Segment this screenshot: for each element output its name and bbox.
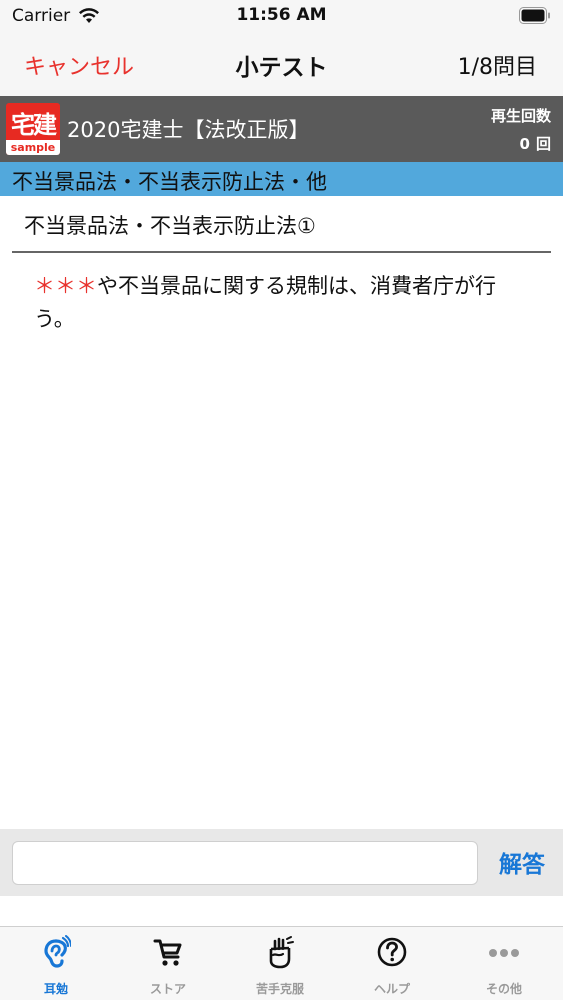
question-progress: 1/8問目 [457, 55, 537, 80]
play-count-label: 再生回数 [490, 107, 551, 125]
play-count: 0回 [520, 133, 551, 154]
tab-label: 耳勉 [43, 982, 68, 996]
category-bar: 不当景品法・不当表示防止法・他 [0, 162, 563, 196]
book-logo-text: 宅建 [11, 111, 57, 139]
clock: 11:56 AM [236, 5, 327, 25]
tab-store[interactable]: ストア [112, 927, 224, 1000]
book-header: 宅建 sample 2020宅建士【法改正版】 再生回数 0回 [0, 96, 563, 162]
book-title: 2020宅建士【法改正版】 [67, 118, 310, 142]
tab-bar: 耳勉 ストア 苦手克服 ヘルプ その他 [0, 926, 563, 1000]
divider [12, 251, 551, 253]
tab-label: ヘルプ [373, 982, 410, 996]
book-logo-sample: sample [6, 140, 60, 155]
cart-icon [153, 939, 182, 966]
tab-weakness[interactable]: 苦手克服 [224, 927, 336, 1000]
play-count-unit: 回 [535, 135, 551, 153]
more-icon [489, 949, 519, 957]
tab-ear-study[interactable]: 耳勉 [0, 927, 112, 1000]
question-body: や不当景品に関する規制は、消費者庁が行う。 [34, 274, 496, 331]
help-icon [377, 937, 407, 967]
tab-help[interactable]: ヘルプ [336, 927, 448, 1000]
answer-bar: 解答 [0, 829, 563, 896]
tab-label: その他 [485, 982, 522, 996]
tab-more[interactable]: その他 [448, 927, 560, 1000]
section-title: 不当景品法・不当表示防止法① [24, 214, 316, 238]
battery-icon [519, 7, 550, 24]
question-text: ＊＊＊や不当景品に関する規制は、消費者庁が行う。 [34, 270, 534, 336]
category-label: 不当景品法・不当表示防止法・他 [12, 170, 327, 194]
play-count-value: 0 [519, 135, 530, 153]
fist-icon [269, 936, 294, 969]
book-logo: 宅建 sample [6, 103, 60, 155]
tab-label: 苦手克服 [255, 982, 304, 996]
ear-icon [44, 935, 71, 968]
status-bar: Carrier 11:56 AM [0, 0, 563, 34]
submit-answer-button[interactable]: 解答 [499, 845, 545, 879]
masked-term: ＊＊＊ [34, 274, 97, 298]
answer-input[interactable] [12, 841, 478, 885]
tab-label: ストア [149, 982, 186, 996]
nav-bar: キャンセル 小テスト 1/8問目 [0, 34, 563, 96]
